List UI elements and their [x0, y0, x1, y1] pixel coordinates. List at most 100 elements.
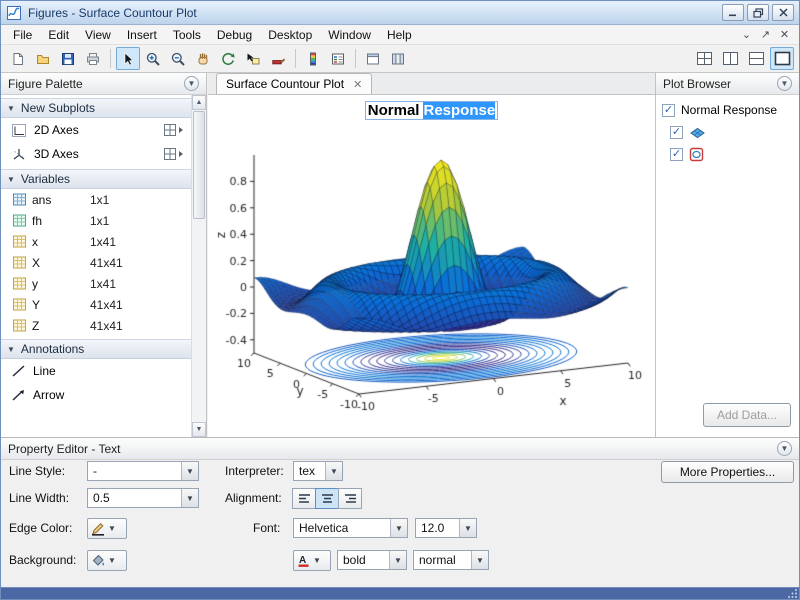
property-editor-menu-button[interactable]: ▼	[777, 441, 792, 456]
close-button[interactable]	[772, 4, 794, 21]
dock-figure-icon[interactable]: ⌄	[738, 27, 755, 43]
edge-color-button[interactable]: ▼	[87, 518, 127, 539]
menu-view[interactable]: View	[77, 26, 119, 44]
section-new-subplots[interactable]: ▼ New Subplots	[1, 98, 191, 118]
variable-icon	[13, 256, 26, 269]
insert-colorbar-button[interactable]	[301, 47, 325, 70]
line-style-dropdown[interactable]: - ▼	[87, 461, 199, 481]
font-name-dropdown[interactable]: Helvetica ▼	[293, 518, 408, 538]
scroll-down-icon[interactable]: ▼	[192, 422, 206, 437]
palette-item-2d-axes[interactable]: 2D Axes	[1, 118, 191, 142]
brush-data-button[interactable]	[266, 47, 290, 70]
palette-item-label: 2D Axes	[34, 123, 156, 137]
series-row-axes[interactable]: ✓ Normal Response	[656, 99, 799, 121]
add-data-button[interactable]: Add Data...	[703, 403, 791, 427]
layout-rows-icon[interactable]	[744, 47, 768, 70]
hide-plot-tools-button[interactable]	[361, 47, 385, 70]
restore-button[interactable]	[747, 4, 769, 21]
new-document-icon	[10, 51, 26, 67]
font-weight-dropdown[interactable]: bold ▼	[337, 550, 407, 570]
menu-tools[interactable]: Tools	[165, 26, 209, 44]
menu-insert[interactable]: Insert	[119, 26, 165, 44]
tab-surface-contour-plot[interactable]: Surface Countour Plot ✕	[216, 73, 372, 94]
menu-desktop[interactable]: Desktop	[260, 26, 320, 44]
annotation-arrow-icon	[11, 388, 26, 402]
palette-item-3d-axes[interactable]: 3D Axes	[1, 142, 191, 166]
menu-debug[interactable]: Debug	[209, 26, 260, 44]
toolbar-separator	[295, 49, 296, 68]
figure-palette-menu-button[interactable]: ▼	[184, 76, 199, 91]
zoom-out-button[interactable]	[166, 47, 190, 70]
resize-grip[interactable]	[787, 588, 798, 598]
data-cursor-button[interactable]	[241, 47, 265, 70]
variable-row-x[interactable]: x 1x41	[1, 231, 191, 252]
font-color-button[interactable]: A ▼	[293, 550, 331, 571]
tab-close-icon[interactable]: ✕	[353, 78, 362, 91]
rotate-3d-button[interactable]	[216, 47, 240, 70]
plot-title-text: Normal	[368, 102, 420, 119]
variable-row-Y[interactable]: Y 41x41	[1, 294, 191, 315]
save-button[interactable]	[56, 47, 80, 70]
series-row-surface[interactable]: ✓	[656, 121, 799, 143]
close-figure-icon[interactable]: ✕	[776, 27, 793, 43]
axes-visible-checkbox[interactable]: ✓	[662, 104, 675, 117]
open-file-button[interactable]	[31, 47, 55, 70]
plot-browser-header: Plot Browser ▼	[656, 73, 799, 95]
menu-edit[interactable]: Edit	[40, 26, 77, 44]
insert-legend-button[interactable]	[326, 47, 350, 70]
scrollbar-thumb[interactable]	[193, 111, 205, 219]
subplot-grid-picker-icon[interactable]	[163, 123, 185, 137]
variable-row-fh[interactable]: fh 1x1	[1, 210, 191, 231]
layout-columns-icon[interactable]	[718, 47, 742, 70]
scroll-up-icon[interactable]: ▲	[192, 95, 206, 110]
variable-icon	[13, 214, 26, 227]
new-figure-button[interactable]	[6, 47, 30, 70]
interpreter-label: Interpreter:	[225, 464, 284, 478]
align-center-button[interactable]	[315, 488, 339, 509]
plot-title[interactable]: NormalResponse	[208, 101, 655, 120]
section-variables[interactable]: ▼ Variables	[1, 169, 191, 189]
plot-browser-menu-button[interactable]: ▼	[777, 76, 792, 91]
contour-visible-checkbox[interactable]: ✓	[670, 148, 683, 161]
pointer-tool-button[interactable]	[116, 47, 140, 70]
variable-row-y[interactable]: y 1x41	[1, 273, 191, 294]
show-plot-tools-button[interactable]	[386, 47, 410, 70]
menu-file[interactable]: File	[5, 26, 40, 44]
font-size-dropdown[interactable]: 12.0 ▼	[415, 518, 477, 538]
variable-name: y	[32, 277, 84, 291]
undock-icon[interactable]: ↗	[757, 27, 774, 43]
menu-help[interactable]: Help	[379, 26, 420, 44]
figure-palette-scrollbar[interactable]: ▲ ▼	[191, 95, 206, 437]
figure-window-icon	[6, 5, 22, 21]
interpreter-dropdown[interactable]: tex ▼	[293, 461, 343, 481]
variable-size: 1x1	[90, 214, 109, 228]
menu-window[interactable]: Window	[320, 26, 379, 44]
font-angle-dropdown[interactable]: normal ▼	[413, 550, 489, 570]
align-right-button[interactable]	[338, 488, 362, 509]
variable-row-X[interactable]: X 41x41	[1, 252, 191, 273]
pan-tool-button[interactable]	[191, 47, 215, 70]
series-row-contour[interactable]: ✓	[656, 143, 799, 165]
variable-row-Z[interactable]: Z 41x41	[1, 315, 191, 336]
more-properties-button[interactable]: More Properties...	[661, 461, 794, 483]
palette-item-label: 3D Axes	[34, 147, 156, 161]
palette-item-arrow[interactable]: Arrow	[1, 383, 191, 407]
surface-visible-checkbox[interactable]: ✓	[670, 126, 683, 139]
minimize-button[interactable]	[722, 4, 744, 21]
chevron-down-icon: ▼	[181, 462, 198, 480]
background-color-button[interactable]: ▼	[87, 550, 127, 571]
layout-single-icon[interactable]	[770, 47, 794, 70]
surface-plot-canvas[interactable]	[208, 95, 655, 437]
align-left-button[interactable]	[292, 488, 316, 509]
menubar-controls: ⌄ ↗ ✕	[738, 27, 795, 43]
section-annotations[interactable]: ▼ Annotations	[1, 339, 191, 359]
plot-title-edit-box[interactable]: NormalResponse	[365, 101, 498, 120]
line-style-value: -	[88, 462, 181, 480]
line-width-dropdown[interactable]: 0.5 ▼	[87, 488, 199, 508]
layout-grid-icon[interactable]	[692, 47, 716, 70]
zoom-in-button[interactable]	[141, 47, 165, 70]
print-button[interactable]	[81, 47, 105, 70]
variable-row-ans[interactable]: ans 1x1	[1, 189, 191, 210]
subplot-grid-picker-icon[interactable]	[163, 147, 185, 161]
palette-item-line[interactable]: Line	[1, 359, 191, 383]
